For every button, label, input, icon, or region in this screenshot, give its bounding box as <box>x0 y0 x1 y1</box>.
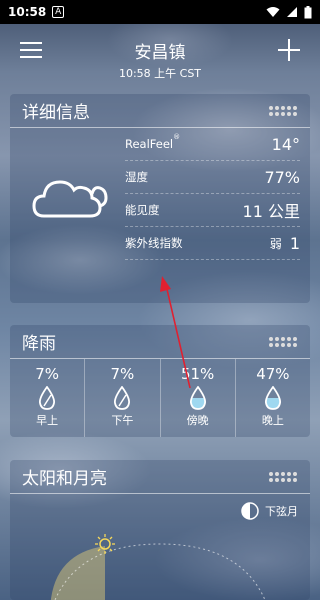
registered-mark: ® <box>173 133 181 142</box>
visibility-value: 11 公里 <box>242 202 300 221</box>
moon-phase-label: 下弦月 <box>265 505 298 518</box>
uv-row: 紫外线指数 弱 1 <box>125 227 300 260</box>
add-location-button[interactable] <box>278 39 300 61</box>
humidity-value: 77% <box>264 167 300 187</box>
half-moon-icon <box>241 502 259 520</box>
precipitation-card: 降雨 7% 早上 7% 下午 51% 傍晚 47% 晚上 <box>10 325 310 437</box>
status-time: 10:58 <box>8 5 47 19</box>
moon-phase: 下弦月 <box>241 502 298 520</box>
precip-pct: 7% <box>35 365 60 383</box>
cloudy-icon <box>32 180 108 218</box>
visibility-label: 能见度 <box>125 203 160 217</box>
sun-moon-card: 太阳和月亮 下弦月 <box>10 460 310 600</box>
battery-icon <box>304 5 312 18</box>
uv-level: 弱 <box>269 236 282 251</box>
location-title[interactable]: 安昌镇 10:58 上午 CST <box>0 38 320 81</box>
realfeel-row: RealFeel® 14° <box>125 128 300 161</box>
realfeel-value: 14° <box>271 134 300 154</box>
precip-label: 下午 <box>111 414 134 427</box>
details-title: 详细信息 <box>22 103 90 123</box>
notification-icon: A <box>52 6 65 18</box>
precipitation-header: 降雨 <box>10 325 310 359</box>
sun-moon-title: 太阳和月亮 <box>22 469 107 489</box>
details-card: 详细信息 RealFeel® 14° 湿度 77% 能见度 11 公里 紫外线指… <box>10 94 310 303</box>
precip-label: 晚上 <box>261 414 284 427</box>
humidity-label: 湿度 <box>125 170 148 184</box>
precip-label: 早上 <box>36 414 59 427</box>
raindrop-icon <box>114 386 131 410</box>
raindrop-icon <box>264 386 281 410</box>
drag-handle-icon[interactable] <box>268 335 298 349</box>
drag-handle-icon[interactable] <box>268 470 298 484</box>
raindrop-icon <box>39 386 56 410</box>
uv-label: 紫外线指数 <box>125 236 183 250</box>
precip-pct: 7% <box>110 365 135 383</box>
precip-pct: 47% <box>256 365 290 383</box>
city-name: 安昌镇 <box>134 43 186 63</box>
app-header: 安昌镇 10:58 上午 CST <box>0 34 320 81</box>
realfeel-label: RealFeel <box>125 137 174 151</box>
precipitation-list: 7% 早上 7% 下午 51% 傍晚 47% 晚上 <box>10 359 310 437</box>
uv-value: 1 <box>289 233 300 253</box>
precipitation-title: 降雨 <box>22 334 56 354</box>
status-bar: 10:58 A <box>0 0 320 24</box>
sun-icon <box>95 534 115 554</box>
drag-handle-icon[interactable] <box>268 104 298 118</box>
precip-item: 51% 傍晚 <box>161 359 236 437</box>
precip-label: 傍晚 <box>186 414 209 427</box>
precip-item: 7% 下午 <box>85 359 161 437</box>
sun-path-arc <box>50 534 266 600</box>
raindrop-icon <box>189 386 206 410</box>
local-time: 10:58 上午 CST <box>118 67 202 80</box>
wifi-icon <box>266 7 280 17</box>
visibility-row: 能见度 11 公里 <box>125 194 300 227</box>
humidity-row: 湿度 77% <box>125 161 300 194</box>
precip-pct: 51% <box>180 365 215 383</box>
signal-icon <box>287 7 297 17</box>
details-header: 详细信息 <box>10 94 310 128</box>
precip-item: 7% 早上 <box>10 359 86 437</box>
sun-moon-header: 太阳和月亮 <box>10 460 310 494</box>
precip-item: 47% 晚上 <box>236 359 310 437</box>
